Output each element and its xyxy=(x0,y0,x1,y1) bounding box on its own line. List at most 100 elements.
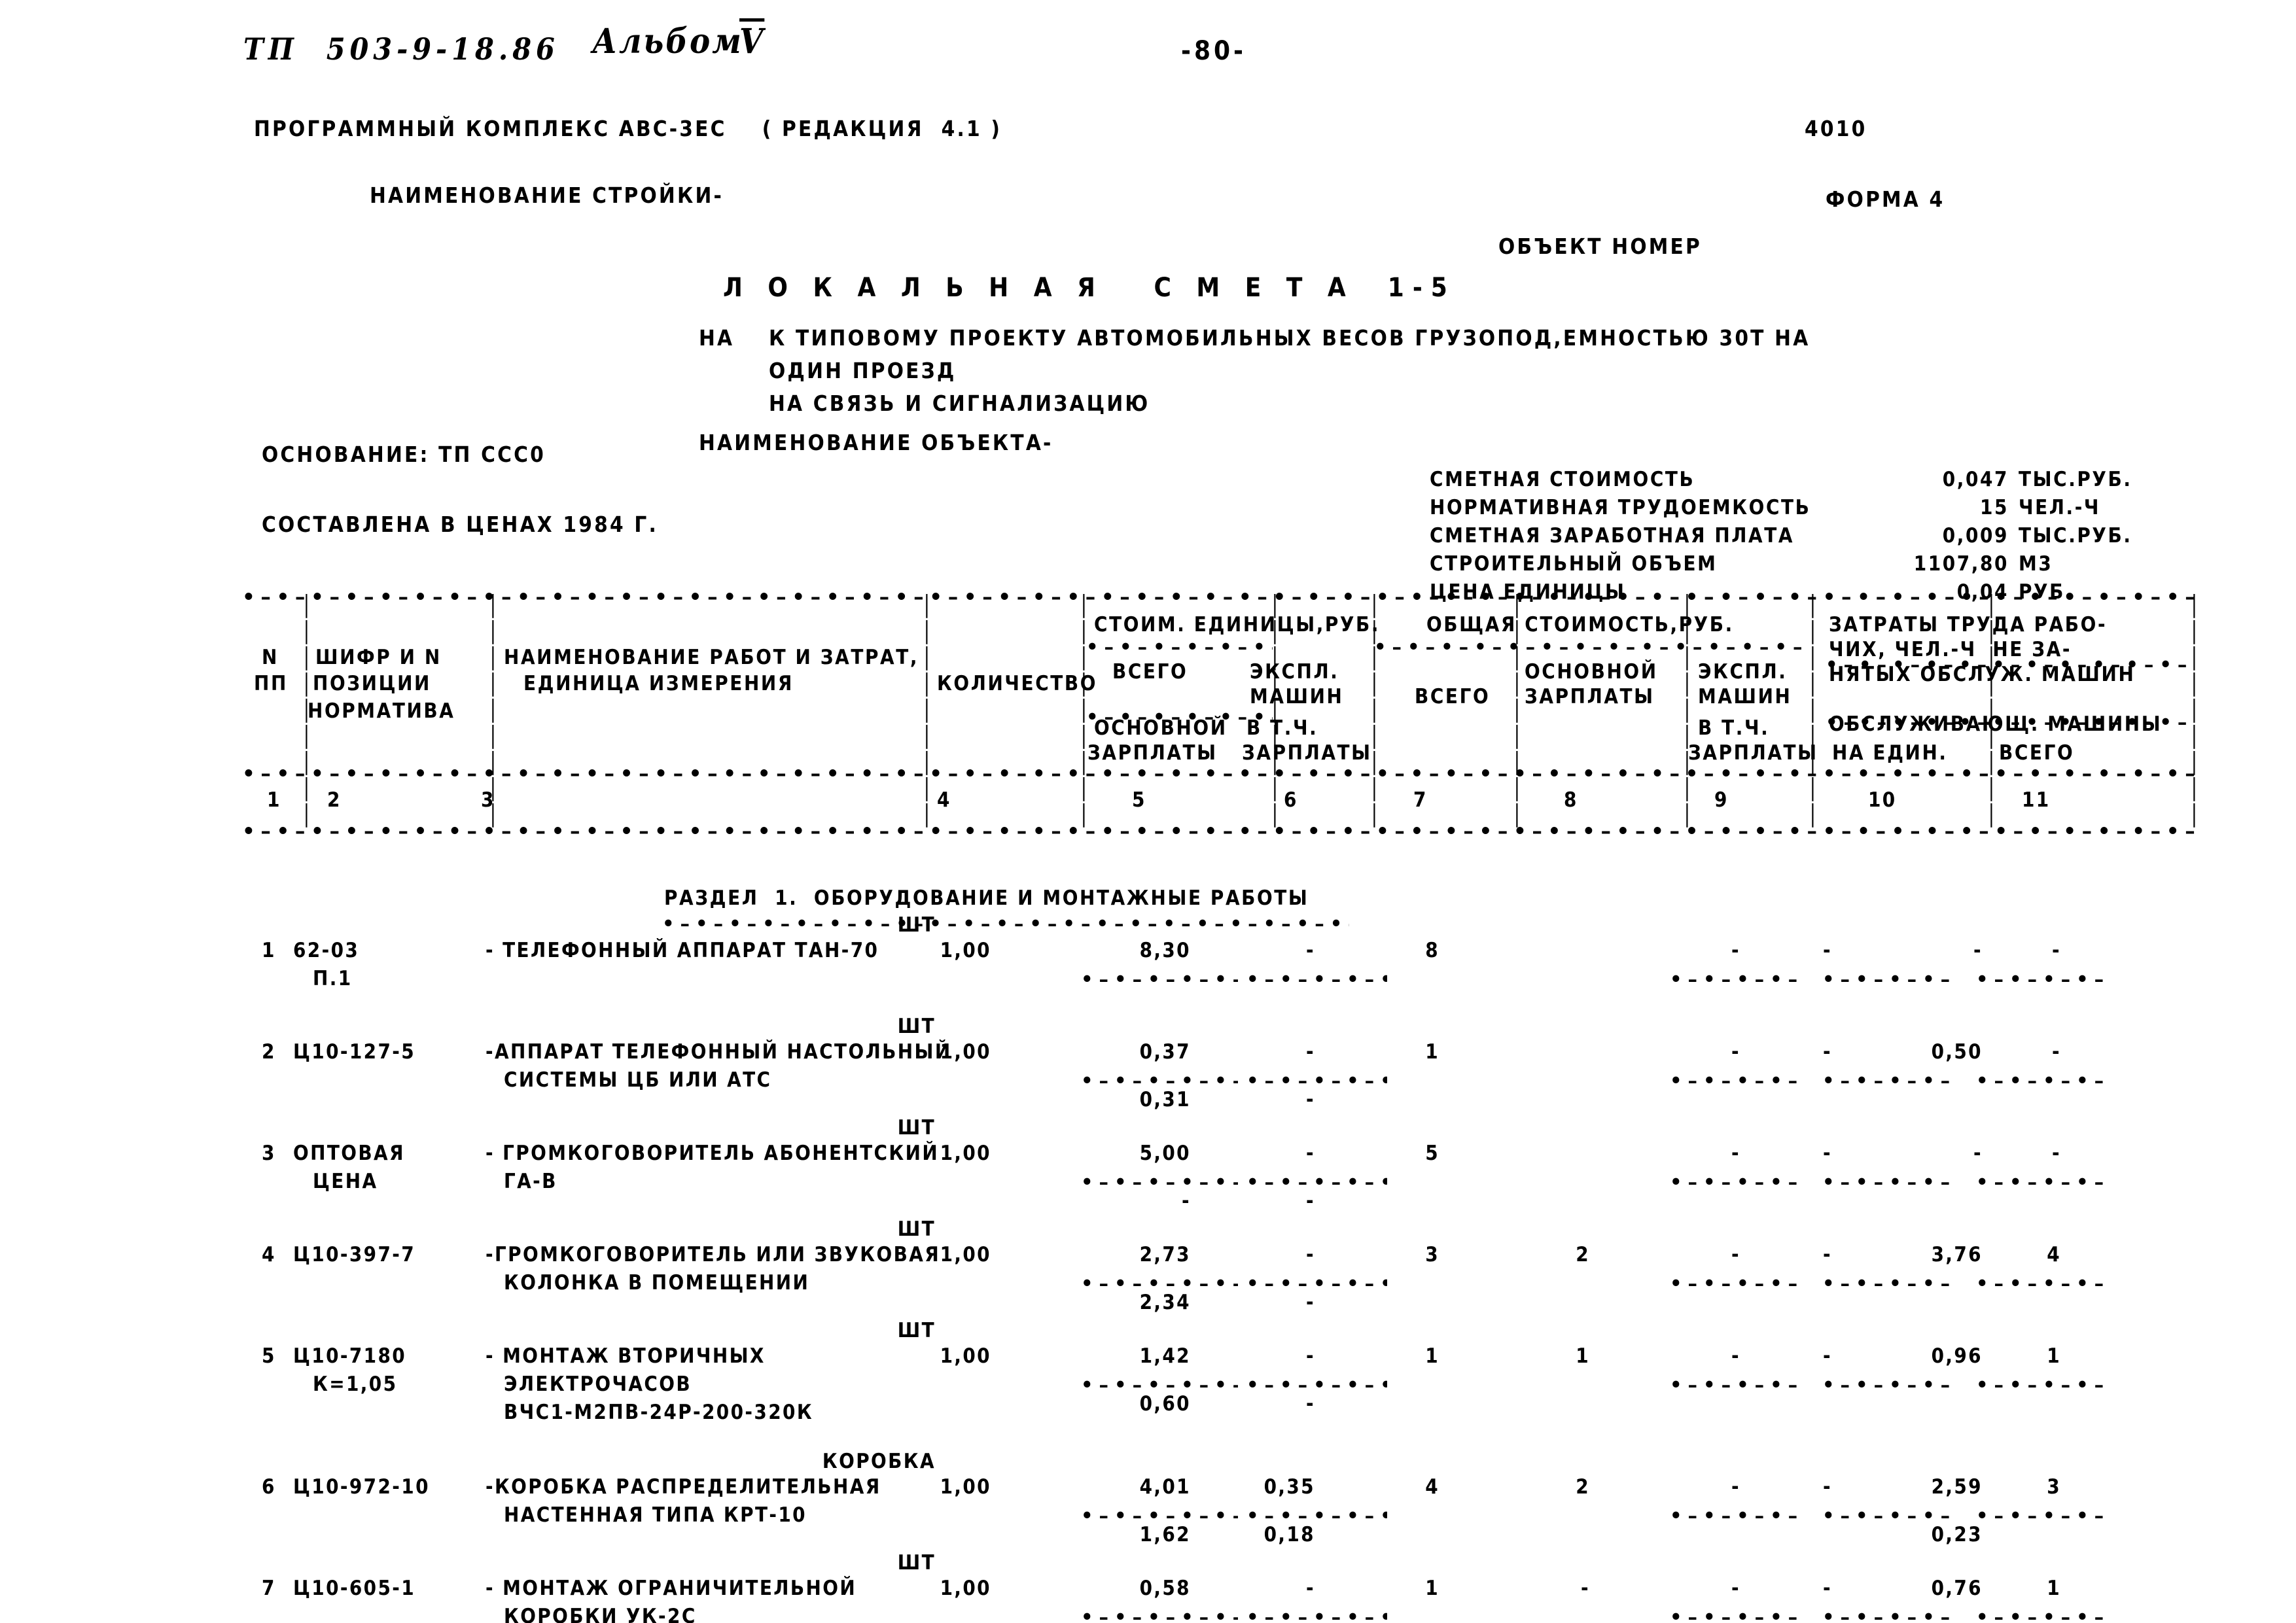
row-total-osn: - xyxy=(1581,1577,1590,1600)
subject-line-1: К ТИПОВОМУ ПРОЕКТУ АВТОМОБИЛЬНЫХ ВЕСОВ Г… xyxy=(769,325,1810,351)
row-quantity: 1,00 xyxy=(940,1344,991,1368)
row-code: Ц10-605-1 xyxy=(293,1577,416,1600)
column-separator-tick: │ xyxy=(1369,778,1381,801)
row-description-line-1: -КОРОБКА РАСПРЕДЕЛИТЕЛЬНАЯ xyxy=(486,1475,881,1499)
row-dash-unit-eksp: •–•–•–•–•–•–•–•– xyxy=(1246,1376,1387,1395)
group-head-labour-1: ЗАТРАТЫ ТРУДА РАБО- xyxy=(1829,613,2108,637)
row-total-vsego: 5 xyxy=(1425,1142,1439,1165)
na-prefix: НА xyxy=(699,325,735,351)
col-head-cipher-1: ШИФР И N xyxy=(315,646,442,669)
column-separator-tick: │ xyxy=(1511,778,1524,801)
column-separator-tick: │ xyxy=(487,752,500,775)
row-description-line-2: ЭЛЕКТРОЧАСОВ xyxy=(504,1372,692,1396)
form-label: ФОРМА 4 xyxy=(1826,186,1945,212)
column-separator-tick: │ xyxy=(1078,778,1091,801)
row-labour-na-edin-second: 0,23 xyxy=(1931,1523,1983,1546)
row-unit-cost-eksp: - xyxy=(1306,1243,1315,1266)
row-unit-cost-vsego: 0,37 xyxy=(1139,1040,1191,1064)
summary-value: 1107,80 xyxy=(1913,552,2009,576)
row-dash-labour-edin: •–•–•–•–•–•–•– xyxy=(1822,1072,1953,1091)
row-code: Ц10-7180 xyxy=(293,1344,407,1368)
document-page: ТП 503-9-18.86 Альбом V -80- ПРОГРАММНЫЙ… xyxy=(0,0,2296,1623)
row-number: 4 xyxy=(262,1243,276,1266)
subhead-labour-vsego: ВСЕГО xyxy=(1999,741,2075,765)
row-total-osn: 2 xyxy=(1576,1243,1590,1266)
row-unit-cost-vsego: 2,73 xyxy=(1139,1243,1191,1266)
row-total-eksp: - xyxy=(1731,1243,1740,1266)
row-dash-total-eksp: •–•–•–•–•–•–•– xyxy=(1670,970,1801,989)
row-dash-labour-edin: •–•–•–•–•–•–•– xyxy=(1822,1507,1953,1526)
subhead-total-eksp-1: ЭКСПЛ. xyxy=(1698,660,1788,684)
row-dash-labour-edin: •–•–•–•–•–•–•– xyxy=(1822,1376,1953,1395)
summary-unit: ТЫС.РУБ. xyxy=(2019,468,2132,491)
column-separator-tick: │ xyxy=(1078,804,1091,828)
column-number: 1 xyxy=(267,788,281,812)
col-head-quantity: КОЛИЧЕСТВО xyxy=(937,672,1098,695)
column-separator-tick: │ xyxy=(921,778,934,801)
row-dash-unit-vsego: •–•–•–•–•–•–•–•–•– xyxy=(1081,1274,1238,1293)
software-line: ПРОГРАММНЫЙ КОМПЛЕКС АВС-3ЕС ( РЕДАКЦИЯ … xyxy=(254,116,1002,141)
row-unit: ШТ xyxy=(897,1551,936,1575)
row-labour-na-edin: - xyxy=(1973,1142,1983,1165)
row-unit-cost-eksp: - xyxy=(1306,939,1315,962)
row-code-second-line: ЦЕНА xyxy=(313,1170,378,1193)
column-separator-tick: │ xyxy=(1078,647,1091,671)
column-separator-tick: │ xyxy=(1807,595,1820,618)
row-unit-cost-vsego: 0,58 xyxy=(1139,1577,1191,1600)
row-dash-unit-vsego: •–•–•–•–•–•–•–•–•– xyxy=(1081,1608,1238,1623)
row-unit-cost-vtch: 0,18 xyxy=(1263,1523,1315,1546)
row-labour-vsego: - xyxy=(2052,1040,2061,1064)
col-head-cipher-2: ПОЗИЦИИ xyxy=(313,672,431,695)
row-unit-cost-osn: - xyxy=(1182,1189,1191,1213)
subhead-unit-vtch-2: ЗАРПЛАТЫ xyxy=(1242,741,1372,765)
subhead-unit-osn-1: ОСНОВНОЙ xyxy=(1094,716,1227,740)
column-separator-tick: │ xyxy=(1807,804,1820,828)
section-title: РАЗДЕЛ 1. ОБОРУДОВАНИЕ И МОНТАЖНЫЕ РАБОТ… xyxy=(664,886,1309,910)
row-unit: ШТ xyxy=(897,1217,936,1241)
row-number: 1 xyxy=(262,939,276,962)
prices-line: СОСТАВЛЕНА В ЦЕНАХ 1984 Г. xyxy=(262,512,658,537)
row-labour-vsego: 4 xyxy=(2047,1243,2061,1266)
row-unit-cost-vsego: 5,00 xyxy=(1139,1142,1191,1165)
row-number: 5 xyxy=(262,1344,276,1368)
summary-label: СМЕТНАЯ СТОИМОСТЬ xyxy=(1430,468,1695,491)
table-rule-top: •–•–•–•–•–•–•–•–•–•–•–•–•–•–•–•–•–•–•–•–… xyxy=(242,587,2199,608)
object-number-label: ОБЪЕКТ НОМЕР xyxy=(1498,234,1702,259)
row-number: 6 xyxy=(262,1475,276,1499)
row-dash-labour-edin: •–•–•–•–•–•–•– xyxy=(1822,1173,1953,1192)
row-labour-na-edin: 2,59 xyxy=(1931,1475,1983,1499)
row-total-osn: 1 xyxy=(1576,1344,1590,1368)
column-separator-tick: │ xyxy=(2189,725,2201,749)
row-labour-na-edin: 0,50 xyxy=(1931,1040,1983,1064)
row-dash-total-eksp: •–•–•–•–•–•–•– xyxy=(1670,1274,1801,1293)
row-total-vsego: 1 xyxy=(1425,1040,1439,1064)
column-separator-tick: │ xyxy=(921,725,934,749)
column-separator-tick: │ xyxy=(1807,699,1820,723)
group-head-labour-4: ОБСЛУЖИВАЮЩ. МАШИНЫ xyxy=(1829,712,2163,736)
row-quantity: 1,00 xyxy=(940,1577,991,1600)
row-dash-labour-edin: •–•–•–•–•–•–•– xyxy=(1822,1274,1953,1293)
subhead-labour-na-edin: НА ЕДИН. xyxy=(1832,741,1948,765)
row-total-eksp: - xyxy=(1731,939,1740,962)
group-head-labour-2: ЧИХ, ЧЕЛ.-Ч НЕ ЗА- xyxy=(1829,638,2072,661)
row-dash-unit-vsego: •–•–•–•–•–•–•–•–•– xyxy=(1081,1072,1238,1091)
row-description-line-2: ГА-В xyxy=(504,1170,557,1193)
subject-line-3: НА СВЯЗЬ И СИГНАЛИЗАЦИЮ xyxy=(769,391,1150,416)
page-number: -80- xyxy=(1181,36,1246,66)
row-description-line-1: - ТЕЛЕФОННЫЙ АППАРАТ ТАН-70 xyxy=(486,939,879,962)
column-separator-tick: │ xyxy=(1682,804,1694,828)
column-separator-tick: │ xyxy=(2189,647,2201,671)
stroyka-label: НАИМЕНОВАНИЕ СТРОЙКИ- xyxy=(370,183,724,208)
col-head-desc-2: ЕДИНИЦА ИЗМЕРЕНИЯ xyxy=(523,672,794,695)
row-unit-cost-eksp: - xyxy=(1306,1344,1315,1368)
row-unit-cost-osn: 2,34 xyxy=(1139,1291,1191,1314)
column-separator-tick: │ xyxy=(487,725,500,749)
row-unit-cost-vtch: - xyxy=(1306,1291,1315,1314)
row-unit-cost-osn: 1,62 xyxy=(1139,1523,1191,1546)
row-description-line-2: НАСТЕННАЯ ТИПА КРТ-10 xyxy=(504,1503,807,1527)
row-number: 3 xyxy=(262,1142,276,1165)
column-separator-tick: │ xyxy=(1369,804,1381,828)
column-separator-tick: │ xyxy=(301,725,313,749)
group-head-unit-cost: СТОИМ. ЕДИНИЦЫ,РУБ. xyxy=(1094,613,1381,637)
column-separator-tick: │ xyxy=(2189,673,2201,697)
